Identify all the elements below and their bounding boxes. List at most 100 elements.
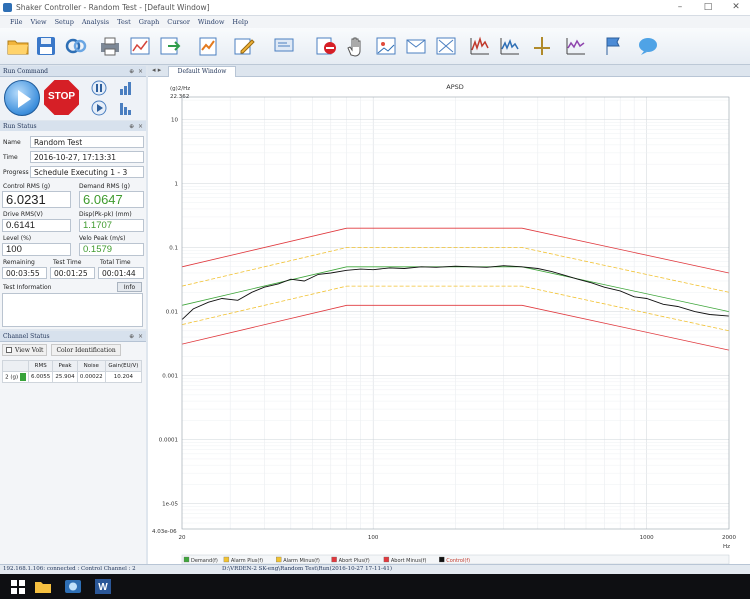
flag-icon[interactable] <box>602 34 626 58</box>
close-icon[interactable]: × <box>138 331 143 342</box>
tab-default-window[interactable]: Default Window <box>168 66 236 77</box>
drive-rms-value: 0.6141 <box>2 219 71 232</box>
name-label: Name <box>3 139 21 146</box>
channel-color-swatch <box>19 373 26 381</box>
rms-cell: 6.0055 <box>27 371 54 383</box>
maximize-button[interactable]: □ <box>694 0 722 16</box>
menu-help[interactable]: Help <box>228 16 252 28</box>
channel-status-title: Channel Status <box>3 333 50 340</box>
chat-icon[interactable] <box>636 34 660 58</box>
noise-cell: 0.00022 <box>76 371 106 383</box>
column-header <box>2 360 29 372</box>
test-information-label: Test Information <box>3 284 52 291</box>
channel-status-header: Channel Status ⊕ × <box>0 331 146 342</box>
monitor-icon[interactable] <box>272 34 296 58</box>
table-row[interactable]: 2 (g) 6.0055 25.904 0.00022 10.204 <box>2 371 143 383</box>
view-volt-label: View Volt <box>15 346 44 354</box>
close-button[interactable]: ✕ <box>722 0 750 16</box>
level-down-icon[interactable] <box>118 100 134 116</box>
windows-start-icon[interactable] <box>9 578 27 595</box>
file-path: D:\VRDEN-2 SK-eng\Random Test\Run(2016-1… <box>222 566 393 572</box>
status-bar: 192.168.1.106: connected : Control Chann… <box>0 564 750 574</box>
shaker-app-taskbar-icon[interactable] <box>64 578 82 595</box>
graph-image-icon[interactable] <box>128 34 152 58</box>
menu-test[interactable]: Test <box>113 16 135 28</box>
edit-icon[interactable] <box>232 34 256 58</box>
minimize-button[interactable]: – <box>666 0 694 16</box>
stop-button[interactable]: STOP <box>44 80 79 115</box>
x-tick-label: 1000 <box>640 535 654 541</box>
run-status-panel: Name Random Test Time 2016-10-27, 17:13:… <box>0 131 146 329</box>
average-icon[interactable] <box>564 34 588 58</box>
continue-icon[interactable] <box>91 100 107 116</box>
run-command-header: Run Command ⊕ × <box>0 66 146 77</box>
hand-icon[interactable] <box>344 34 368 58</box>
y-tick-label: 0.1 <box>169 245 178 251</box>
column-header-gain: Gain(EU/V) <box>104 360 143 372</box>
apsd-chart[interactable]: APSD (g)2/Hz 22.362 4.03e-06 Hz 20 100 100… <box>148 77 750 564</box>
disp-label: Disp(Pk-pk) (mm) <box>79 211 132 218</box>
test-time-value: 00:01:25 <box>50 267 95 279</box>
stop-sign-icon[interactable] <box>314 34 338 58</box>
peak-cell: 25.904 <box>52 371 78 383</box>
image-icon[interactable] <box>374 34 398 58</box>
spectrum-icon[interactable] <box>468 34 492 58</box>
menu-file[interactable]: File <box>6 16 27 28</box>
cursor-icon[interactable] <box>530 34 554 58</box>
test-information-box[interactable] <box>2 293 143 327</box>
test-time-label: Test Time <box>53 259 82 266</box>
fit-icon[interactable] <box>434 34 458 58</box>
run-status-title: Run Status <box>3 123 37 130</box>
pin-icon[interactable]: ⊕ <box>129 331 134 342</box>
time-value: 2016-10-27, 17:13:31 <box>30 151 144 163</box>
menu-view[interactable]: View <box>27 16 51 28</box>
checkbox-icon <box>6 347 12 353</box>
table-header-row: RMS Peak Noise Gain(EU/V) <box>2 360 143 372</box>
schedule-icon[interactable] <box>196 34 220 58</box>
x-tick-label: 2000 <box>722 535 736 541</box>
menu-cursor[interactable]: Cursor <box>163 16 194 28</box>
play-icon <box>18 90 31 108</box>
pin-icon[interactable]: ⊕ <box>129 66 134 77</box>
close-icon[interactable]: × <box>138 66 143 77</box>
tab-scroll-arrows[interactable]: ◂ ▸ <box>152 66 161 74</box>
open-folder-icon[interactable] <box>6 34 30 58</box>
control-rms-value: 6.0231 <box>2 191 71 208</box>
info-button[interactable]: Info <box>117 282 142 292</box>
print-icon[interactable] <box>98 34 122 58</box>
start-button[interactable] <box>4 80 40 116</box>
progress-label: Progress <box>3 169 29 176</box>
pause-icon[interactable] <box>91 80 107 96</box>
document-area: ◂ ▸ Default Window APSD (g)2/Hz 22.362 4… <box>148 65 750 564</box>
y-tick-label: 0.001 <box>162 374 178 380</box>
menu-graph[interactable]: Graph <box>135 16 164 28</box>
legend-swatch <box>183 556 190 563</box>
mail-icon[interactable] <box>404 34 428 58</box>
spectrum-alt-icon[interactable] <box>498 34 522 58</box>
y-tick-label: 1 <box>175 181 179 187</box>
app-icon <box>3 3 12 12</box>
total-time-label: Total Time <box>100 259 131 266</box>
legend-swatch <box>276 556 282 563</box>
title-bar: Shaker Controller - Random Test - [Defau… <box>0 0 750 16</box>
save-icon[interactable] <box>34 34 58 58</box>
connect-icon[interactable] <box>64 34 88 58</box>
word-icon[interactable]: W <box>94 578 112 595</box>
level-up-icon[interactable] <box>118 80 134 96</box>
remaining-value: 00:03:55 <box>2 267 47 279</box>
velo-peak-value: 0.1579 <box>79 243 144 256</box>
view-volt-checkbox[interactable]: View Volt <box>2 344 48 356</box>
control-rms-label: Control RMS (g) <box>3 183 51 190</box>
disp-value: 1.1707 <box>79 219 144 232</box>
menu-analysis[interactable]: Analysis <box>78 16 113 28</box>
export-icon[interactable] <box>158 34 182 58</box>
menu-setup[interactable]: Setup <box>51 16 78 28</box>
chart-title: APSD <box>446 83 464 91</box>
menu-window[interactable]: Window <box>194 16 228 28</box>
color-identification-button[interactable]: Color Identification <box>51 344 121 356</box>
connection-status: 192.168.1.106: connected : Control Chann… <box>3 566 136 572</box>
file-explorer-icon[interactable] <box>34 578 52 595</box>
remaining-label: Remaining <box>3 259 35 266</box>
level-value: 100 <box>2 243 71 256</box>
legend-swatch <box>331 556 337 563</box>
